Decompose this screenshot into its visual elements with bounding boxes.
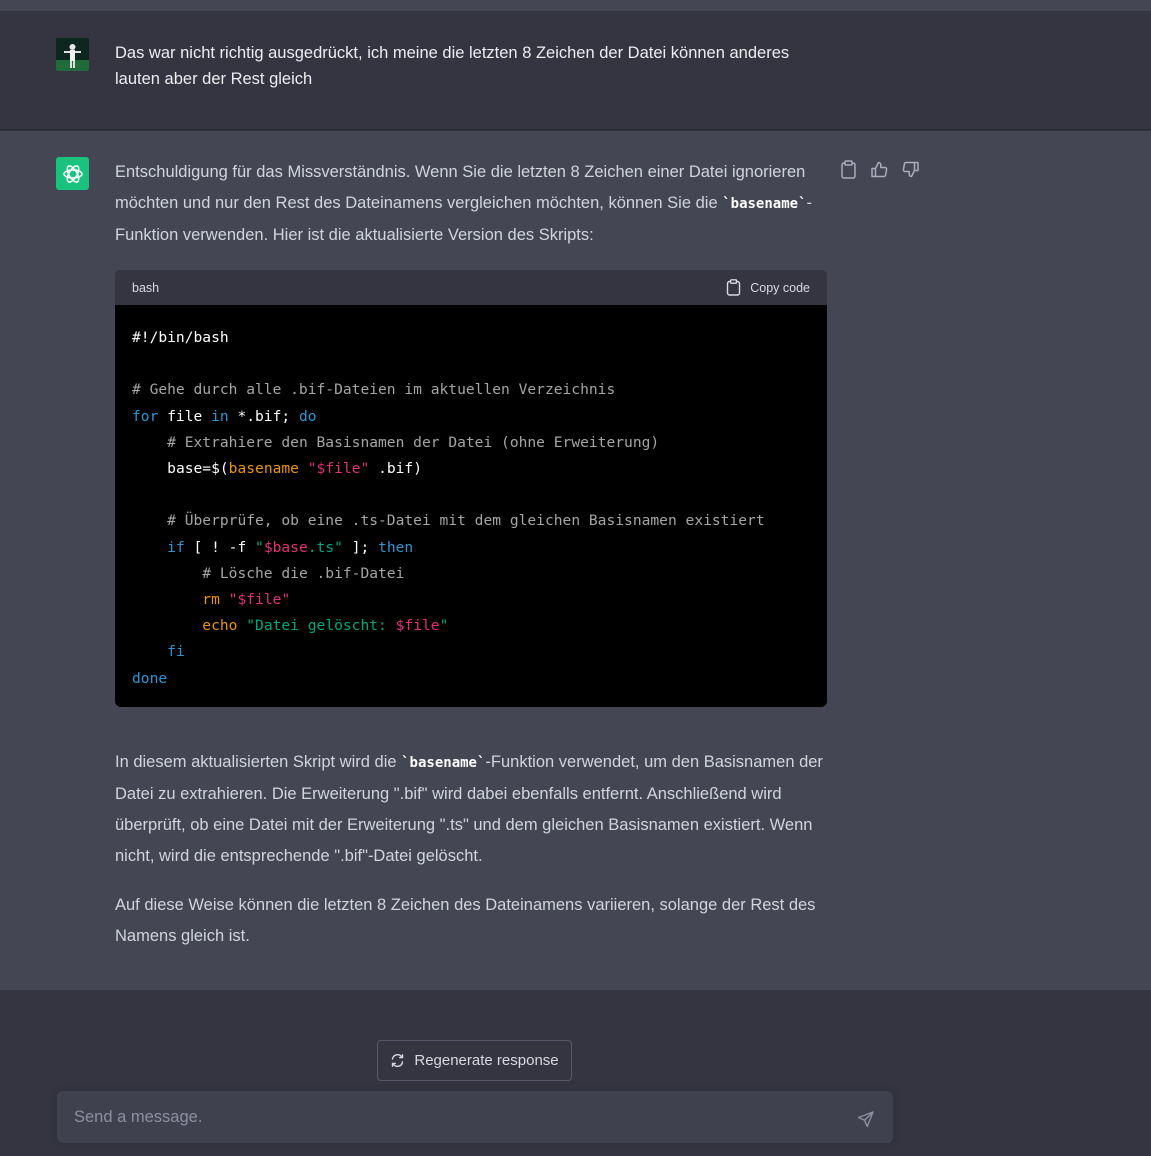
intro-inline-code: `basename` [722,196,807,212]
code-command: echo [202,617,238,635]
code-keyword: if [167,538,185,556]
code-string: "$file" [307,460,370,478]
code-block: bash Copy code #!/bin/bash # Gehe durch … [115,270,827,707]
code-comment: # Überprüfe, ob eine .ts-Datei mit dem g… [167,512,765,530]
code-content: #!/bin/bash # Gehe durch alle .bif-Datei… [115,305,827,692]
code-variable: $base [263,538,308,556]
code-string: .ts" [307,538,343,556]
code-keyword: for [132,407,159,425]
assistant-paragraph-2: In diesem aktualisierten Skript wird die… [115,747,827,872]
code-token: ]; [342,538,379,556]
code-comment: # Gehe durch alle .bif-Dateien im aktuel… [132,381,616,399]
code-string: " [255,538,264,556]
copy-code-label: Copy code [750,280,810,295]
user-message-text: Das war nicht richtig ausgedrückt, ich m… [115,44,790,88]
send-button[interactable] [855,1108,877,1130]
code-comment: # Extrahiere den Basisnamen der Datei (o… [167,433,660,451]
regenerate-response-button[interactable]: Regenerate response [377,1040,572,1081]
regenerate-label: Regenerate response [414,1052,559,1069]
user-avatar-icon [56,38,89,71]
code-variable: $file [395,617,440,635]
intro-text-1: Entschuldigung für das Missverständnis. … [115,163,806,212]
code-token: *.bif; [228,407,299,425]
message-actions [839,160,920,179]
user-avatar [56,38,89,71]
clipboard-icon[interactable] [839,160,858,179]
para2-text-1: In diesem aktualisierten Skript wird die [115,753,402,771]
copy-code-button[interactable]: Copy code [726,279,810,296]
top-strip [0,0,1151,11]
assistant-message-row: Entschuldigung für das Missverständnis. … [0,131,1151,990]
code-keyword: done [132,669,168,687]
openai-logo-icon [62,164,83,183]
thumbs-down-icon[interactable] [901,160,920,179]
code-line: #!/bin/bash [132,329,229,346]
code-command: basename [228,460,299,478]
send-icon [857,1111,874,1128]
thumbs-up-icon[interactable] [870,160,889,179]
code-keyword: fi [167,643,185,661]
message-input-container [57,1091,893,1143]
code-token: base=$( [167,460,229,478]
code-string: "$file" [228,591,291,609]
code-comment: # Lösche die .bif-Datei [202,564,405,582]
code-keyword: do [298,407,317,425]
composer-area: Regenerate response [0,990,1151,1156]
code-token: [ ! -f [184,538,256,556]
code-keyword: then [378,538,414,556]
assistant-avatar [56,157,89,190]
para2-inline-code: `basename` [401,755,486,771]
assistant-message-body: Entschuldigung für das Missverständnis. … [115,157,827,945]
code-command: rm [202,591,220,609]
assistant-paragraph-3: Auf diese Weise können die letzten 8 Zei… [115,896,816,945]
refresh-icon [392,1053,404,1068]
assistant-intro-paragraph: Entschuldigung für das Missverständnis. … [115,157,827,251]
code-block-header: bash Copy code [115,270,827,305]
message-input[interactable] [57,1091,837,1143]
clipboard-icon [727,279,741,296]
code-string: " [439,617,449,635]
code-language-label: bash [132,280,160,295]
code-token: .bif) [369,460,422,478]
code-string: "Datei gelöscht: [246,617,396,635]
user-message-row: Das war nicht richtig ausgedrückt, ich m… [0,11,1151,130]
code-keyword: in [211,407,229,425]
code-token: file [158,407,212,425]
